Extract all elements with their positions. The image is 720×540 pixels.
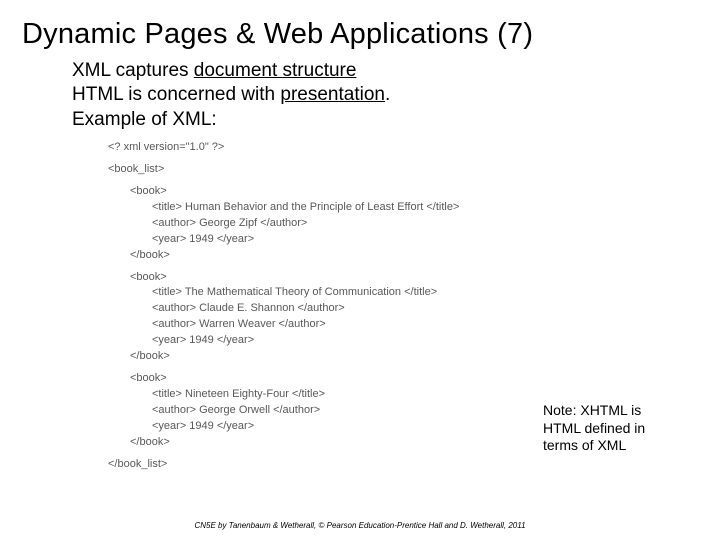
code-line: <book> bbox=[108, 371, 720, 387]
code-line: <author> Warren Weaver </author> bbox=[108, 317, 720, 333]
code-line: <book> bbox=[108, 184, 720, 200]
note-xhtml: Note: XHTML is HTML defined in terms of … bbox=[543, 402, 678, 455]
code-line: <title> Human Behavior and the Principle… bbox=[108, 200, 720, 216]
body-line-1a: XML captures bbox=[72, 60, 194, 81]
code-line: <title> The Mathematical Theory of Commu… bbox=[108, 285, 720, 301]
code-line: <book_list> bbox=[108, 162, 720, 178]
code-line: <book> bbox=[108, 270, 720, 286]
slide: Dynamic Pages & Web Applications (7) XML… bbox=[0, 0, 720, 540]
code-line: <author> George Zipf </author> bbox=[108, 216, 720, 232]
code-line: <title> Nineteen Eighty-Four </title> bbox=[108, 387, 720, 403]
code-line: </book> bbox=[108, 248, 720, 264]
code-line: <year> 1949 </year> bbox=[108, 333, 720, 349]
code-line: </book_list> bbox=[108, 457, 720, 473]
code-line: <year> 1949 </year> bbox=[108, 232, 720, 248]
slide-title: Dynamic Pages & Web Applications (7) bbox=[0, 0, 720, 57]
code-line: <? xml version="1.0" ?> bbox=[108, 140, 720, 156]
code-line: </book> bbox=[108, 349, 720, 365]
body-line-2: HTML is concerned with presentation. bbox=[72, 83, 720, 107]
body-line-1: XML captures document structure bbox=[72, 59, 720, 83]
body-line-2c: . bbox=[385, 84, 390, 105]
body-line-1b: document structure bbox=[194, 60, 357, 81]
code-line: <author> Claude E. Shannon </author> bbox=[108, 301, 720, 317]
body-line-3: Example of XML: bbox=[72, 108, 720, 132]
body-line-2a: HTML is concerned with bbox=[72, 84, 280, 105]
slide-footer: CN5E by Tanenbaum & Wetherall, © Pearson… bbox=[0, 521, 720, 530]
body-line-2b: presentation bbox=[280, 84, 385, 105]
